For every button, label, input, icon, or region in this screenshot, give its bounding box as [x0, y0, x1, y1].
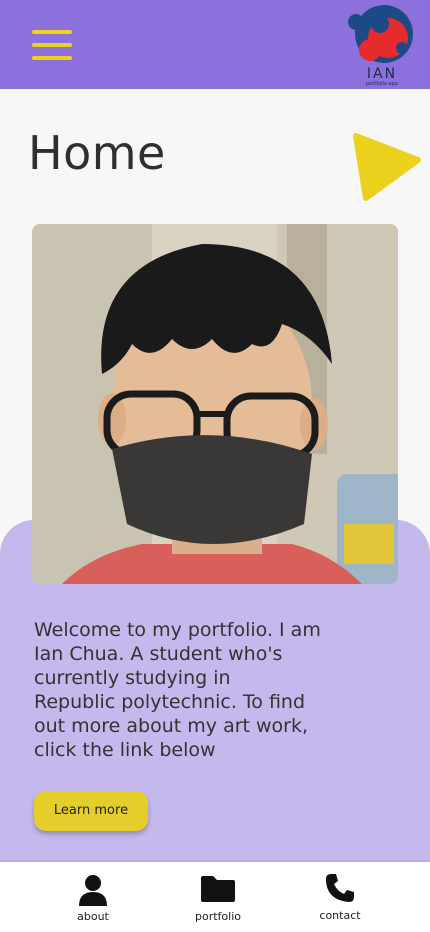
folder-icon: [201, 876, 235, 902]
logo-subtext: portfolio app: [366, 81, 398, 87]
app-header: IAN portfolio app: [0, 0, 430, 89]
nav-label-portfolio: portfolio: [195, 910, 241, 923]
nav-label-contact: contact: [319, 909, 361, 922]
play-triangle-icon[interactable]: [352, 130, 422, 202]
learn-more-button[interactable]: Learn more: [34, 791, 148, 831]
nav-item-about[interactable]: about: [43, 862, 143, 932]
person-icon: [79, 875, 107, 906]
nav-label-about: about: [77, 910, 109, 923]
app-logo[interactable]: IAN portfolio app: [346, 4, 418, 88]
nav-item-contact[interactable]: contact: [290, 862, 390, 932]
logo-text: IAN: [366, 66, 398, 82]
phone-icon: [326, 874, 354, 902]
welcome-text: Welcome to my portfolio. I am Ian Chua. …: [34, 619, 321, 761]
page-title: Home: [28, 126, 166, 180]
hamburger-menu-icon[interactable]: [30, 28, 74, 62]
nav-item-portfolio[interactable]: portfolio: [168, 862, 268, 932]
bottom-navigation: about portfolio contact: [0, 862, 430, 932]
logo-mark-icon: [348, 5, 413, 63]
profile-photo: [32, 224, 398, 584]
